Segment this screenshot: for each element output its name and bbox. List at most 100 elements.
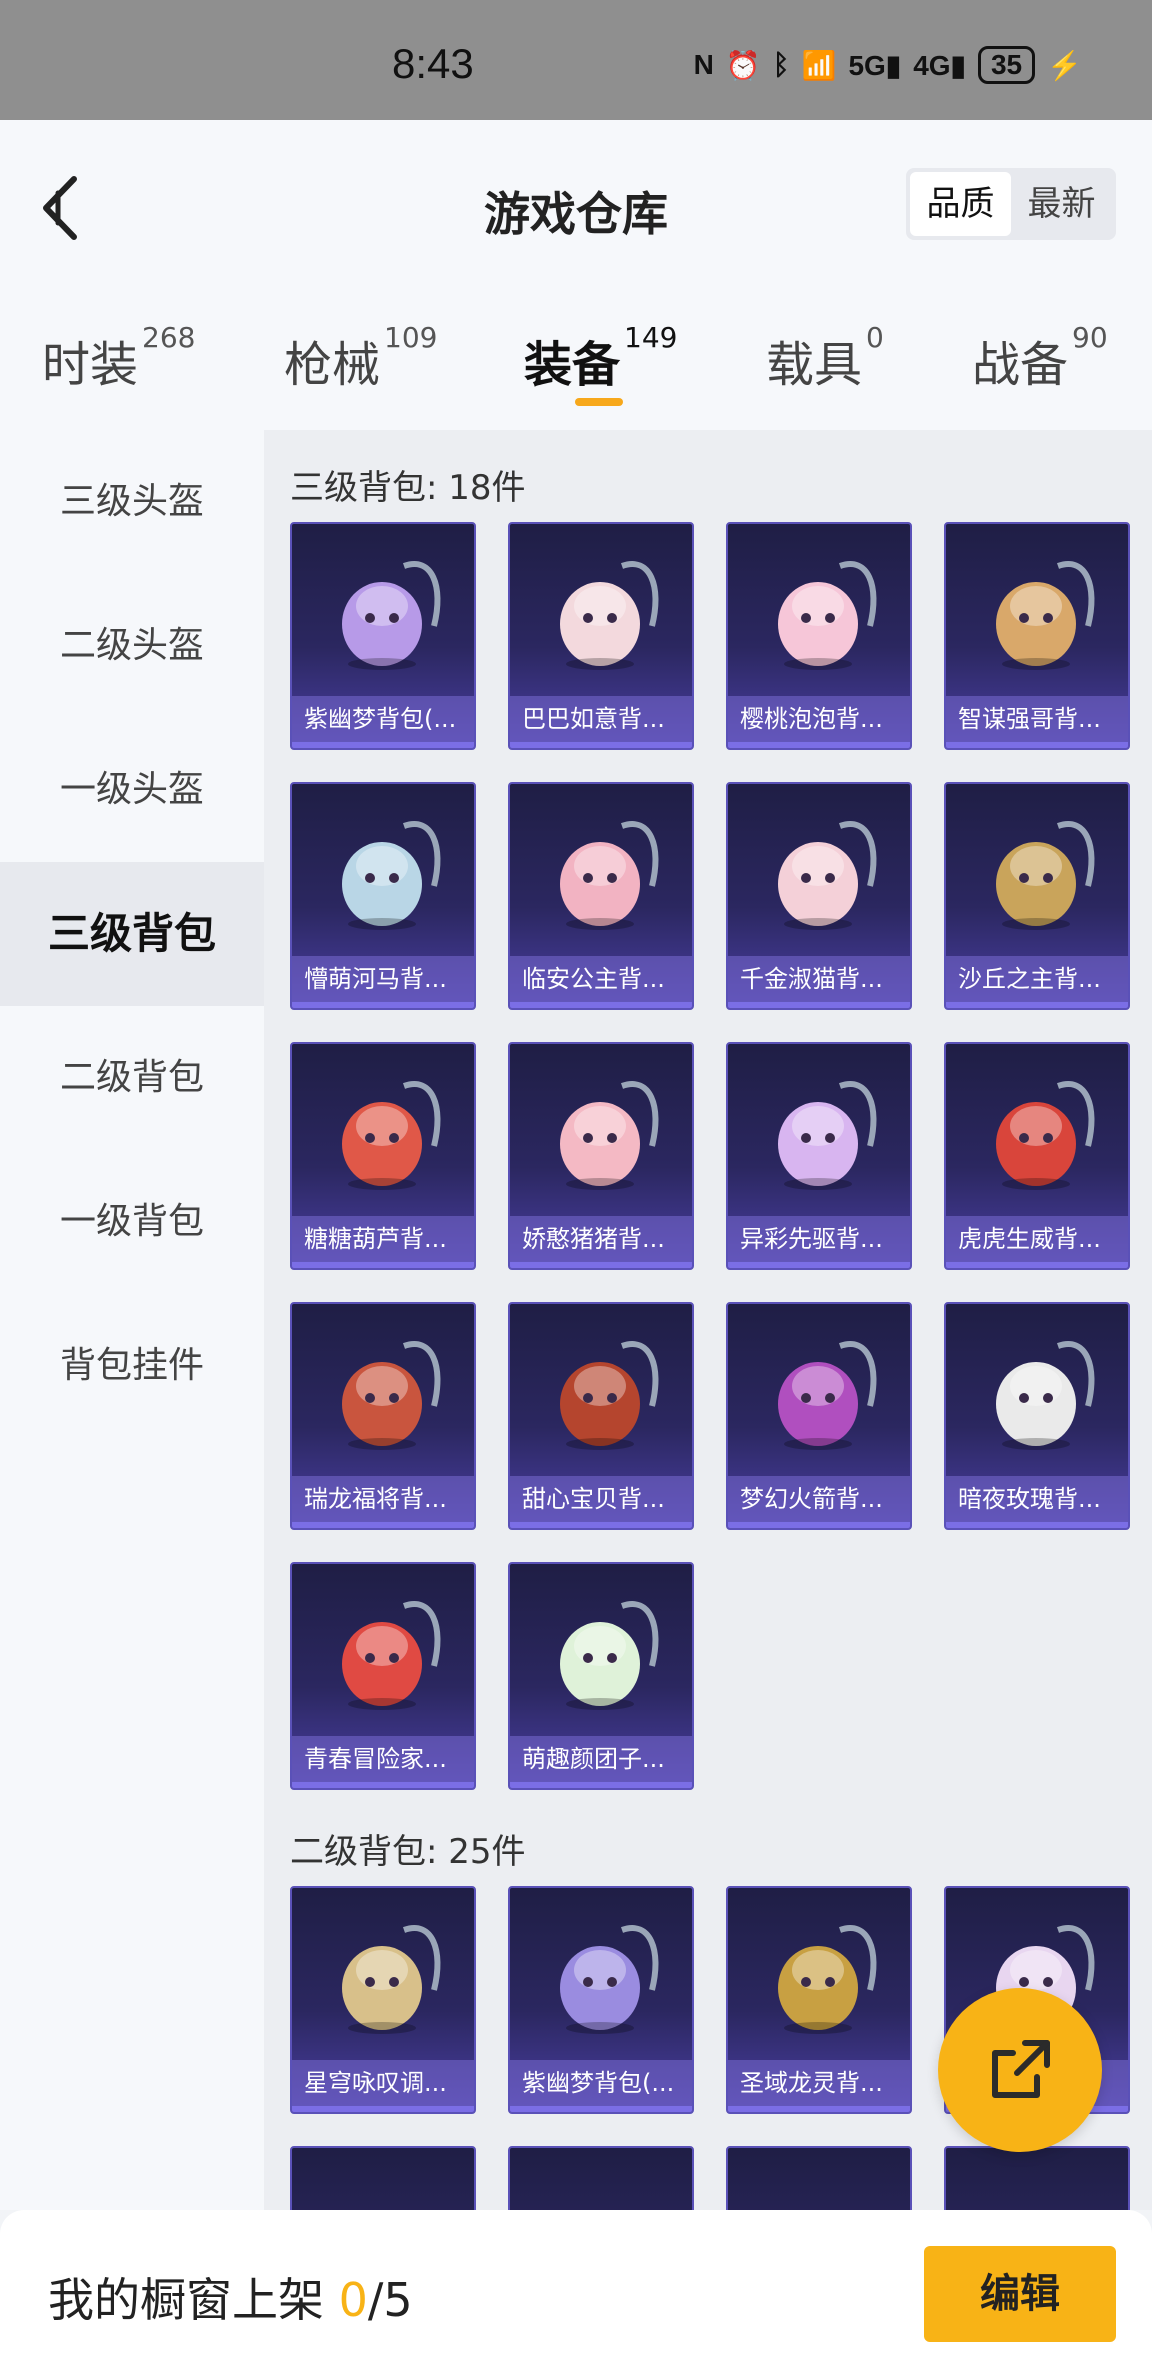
quality-strip (728, 742, 910, 748)
sidebar-item-lv3-backpack[interactable]: 三级背包 (0, 862, 264, 1006)
backpack-image (342, 1925, 441, 2034)
sort-toggle: 品质 最新 (906, 168, 1116, 240)
backpack-image (342, 821, 441, 930)
sidebar: 三级头盔 二级头盔 一级头盔 三级背包 二级背包 一级背包 背包挂件 (0, 430, 264, 2210)
item-card[interactable]: 甜心宝贝背... (508, 1302, 694, 1530)
item-card[interactable]: 萌趣颜团子... (508, 1562, 694, 1790)
share-icon (992, 2040, 1050, 2098)
backpack-image (778, 561, 877, 670)
item-card-partial[interactable] (508, 2146, 694, 2210)
tab-count: 90 (1072, 321, 1108, 354)
item-grid: 三级背包: 18件 紫幽梦背包(... 巴巴如意背... 樱桃泡泡背... 智谋强哥背… (264, 430, 1152, 2210)
quality-strip (292, 1262, 474, 1268)
backpack-image (342, 561, 441, 670)
header: 游戏仓库 品质 最新 (0, 120, 1152, 290)
quality-strip (292, 1002, 474, 1008)
item-card[interactable]: 临安公主背... (508, 782, 694, 1010)
tab-vehicles[interactable]: 载具 0 (766, 321, 884, 395)
backpack-image (778, 1081, 877, 1190)
item-card[interactable]: 青春冒险家... (290, 1562, 476, 1790)
sidebar-item-lv2-helmet[interactable]: 二级头盔 (0, 574, 264, 718)
charging-icon: ⚡ (1047, 49, 1082, 81)
item-name: 紫幽梦背包(... (510, 2060, 692, 2106)
item-card[interactable]: 瑞龙福将背... (290, 1302, 476, 1530)
item-name: 瑞龙福将背... (292, 1476, 474, 1522)
quality-strip (728, 2106, 910, 2112)
item-card-partial[interactable] (290, 2146, 476, 2210)
item-card[interactable]: 智谋强哥背... (944, 522, 1130, 750)
quality-strip (510, 1522, 692, 1528)
item-name: 糖糖葫芦背... (292, 1216, 474, 1262)
alarm-icon: ⏰ (725, 49, 761, 81)
item-card[interactable]: 异彩先驱背... (726, 1042, 912, 1270)
category-tabs: 时装 268 枪械 109 装备 149 载具 0 战备 90 (0, 290, 1152, 430)
backpack-image (996, 1341, 1095, 1450)
tab-fashion[interactable]: 时装 268 (42, 321, 195, 395)
tab-count: 0 (866, 321, 884, 354)
item-name: 紫幽梦背包(... (292, 696, 474, 742)
quality-strip (946, 742, 1128, 748)
sidebar-item-backpack-charm[interactable]: 背包挂件 (0, 1294, 264, 1438)
backpack-image (560, 1925, 659, 2034)
backpack-image (560, 561, 659, 670)
quality-strip (946, 1262, 1128, 1268)
edit-button[interactable]: 编辑 (924, 2246, 1116, 2342)
item-name: 懵萌河马背... (292, 956, 474, 1002)
item-card[interactable]: 星穹咏叹调... (290, 1886, 476, 2114)
item-name: 圣域龙灵背... (728, 2060, 910, 2106)
backpack-image (342, 1601, 441, 1710)
item-name: 梦幻火箭背... (728, 1476, 910, 1522)
tab-battle-prep[interactable]: 战备 90 (972, 321, 1108, 395)
item-card[interactable]: 紫幽梦背包(... (508, 1886, 694, 2114)
sort-quality-option[interactable]: 品质 (910, 172, 1011, 236)
sidebar-item-lv1-helmet[interactable]: 一级头盔 (0, 718, 264, 862)
item-name: 青春冒险家... (292, 1736, 474, 1782)
tab-label: 时装 (42, 337, 139, 393)
quality-strip (510, 742, 692, 748)
item-card[interactable]: 梦幻火箭背... (726, 1302, 912, 1530)
nfc-icon: N (693, 49, 714, 80)
item-card[interactable]: 懵萌河马背... (290, 782, 476, 1010)
item-name: 沙丘之主背... (946, 956, 1128, 1002)
item-card[interactable]: 紫幽梦背包(... (290, 522, 476, 750)
item-card[interactable]: 圣域龙灵背... (726, 1886, 912, 2114)
sidebar-item-lv1-backpack[interactable]: 一级背包 (0, 1150, 264, 1294)
item-card[interactable]: 樱桃泡泡背... (726, 522, 912, 750)
tab-guns[interactable]: 枪械 109 (284, 321, 437, 395)
item-name: 樱桃泡泡背... (728, 696, 910, 742)
tab-equipment[interactable]: 装备 149 (524, 321, 677, 395)
item-card[interactable]: 千金淑猫背... (726, 782, 912, 1010)
item-card[interactable]: 娇憨猪猪背... (508, 1042, 694, 1270)
quality-strip (946, 1522, 1128, 1528)
item-name: 甜心宝贝背... (510, 1476, 692, 1522)
backpack-image (996, 1081, 1095, 1190)
item-card-partial[interactable] (726, 2146, 912, 2210)
showcase-label: 我的橱窗上架 (48, 2273, 339, 2327)
status-bar: 8:43 N ⏰ ᛒ 📶 5G▮ 4G▮ 35 ⚡ (0, 0, 1152, 120)
share-button[interactable] (938, 1988, 1102, 2152)
tab-count: 268 (142, 321, 196, 354)
signal-4g-icon: 4G▮ (913, 49, 966, 81)
item-card[interactable]: 暗夜玫瑰背... (944, 1302, 1130, 1530)
backpack-image (996, 561, 1095, 670)
quality-strip (728, 1002, 910, 1008)
backpack-image (560, 1601, 659, 1710)
sidebar-item-lv2-backpack[interactable]: 二级背包 (0, 1006, 264, 1150)
item-name: 娇憨猪猪背... (510, 1216, 692, 1262)
backpack-image (778, 1925, 877, 2034)
sidebar-item-lv3-helmet[interactable]: 三级头盔 (0, 430, 264, 574)
signal-5g-icon: 5G▮ (848, 49, 902, 81)
bluetooth-icon: ᛒ (772, 49, 790, 80)
item-card[interactable]: 虎虎生威背... (944, 1042, 1130, 1270)
item-card[interactable]: 糖糖葫芦背... (290, 1042, 476, 1270)
item-card[interactable]: 沙丘之主背... (944, 782, 1130, 1010)
backpack-image (778, 821, 877, 930)
item-card[interactable]: 巴巴如意背... (508, 522, 694, 750)
status-icons: N ⏰ ᛒ 📶 5G▮ 4G▮ 35 ⚡ (694, 46, 1082, 84)
sort-newest-option[interactable]: 最新 (1011, 172, 1112, 236)
backpack-image (560, 1341, 659, 1450)
showcase-count: 0 (338, 2273, 368, 2327)
item-name: 临安公主背... (510, 956, 692, 1002)
item-card-partial[interactable] (944, 2146, 1130, 2210)
section-title-lv2-backpack: 二级背包: 25件 (290, 1832, 526, 1872)
